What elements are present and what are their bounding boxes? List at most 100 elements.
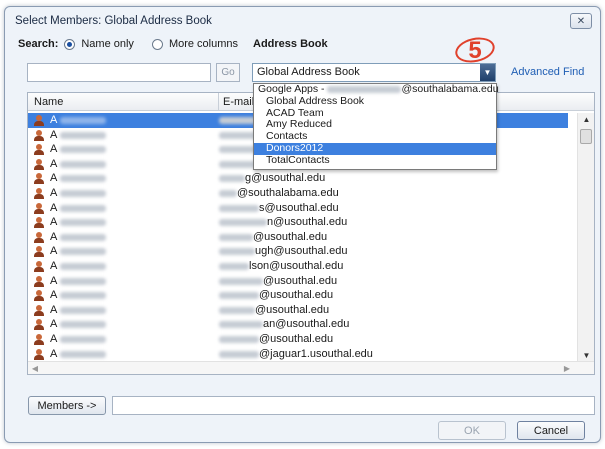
horizontal-scrollbar[interactable]: ◀ ▶ bbox=[28, 361, 594, 374]
redacted-email bbox=[219, 219, 267, 227]
table-row[interactable]: A @jaguar1.usouthal.edu bbox=[28, 347, 568, 362]
dropdown-item-label: Amy Reduced bbox=[266, 118, 332, 131]
go-button[interactable]: Go bbox=[216, 63, 240, 82]
vertical-scrollbar[interactable]: ▲ ▼ bbox=[577, 113, 594, 363]
table-row[interactable]: Alson@usouthal.edu bbox=[28, 259, 568, 274]
step-badge: 5 bbox=[468, 37, 482, 64]
redacted-email bbox=[219, 189, 237, 197]
redacted-name bbox=[60, 131, 106, 139]
row-name: A bbox=[50, 303, 58, 316]
redacted-name bbox=[60, 262, 106, 270]
redacted-name bbox=[60, 350, 106, 358]
person-icon bbox=[34, 319, 44, 331]
dropdown-item-label: Global Address Book bbox=[266, 94, 365, 107]
table-row[interactable]: A @usouthal.edu bbox=[28, 288, 568, 303]
column-name[interactable]: Name bbox=[34, 96, 63, 108]
row-name: A bbox=[50, 274, 58, 287]
person-icon bbox=[34, 158, 44, 170]
row-name: A bbox=[50, 318, 58, 331]
person-icon bbox=[34, 348, 44, 360]
redacted-name bbox=[60, 335, 106, 343]
redacted-name bbox=[60, 204, 106, 212]
table-row[interactable]: A @southalabama.edu bbox=[28, 186, 568, 201]
table-row[interactable]: A @usouthal.edu bbox=[28, 274, 568, 289]
table-row[interactable]: An@usouthal.edu bbox=[28, 215, 568, 230]
person-icon bbox=[34, 144, 44, 156]
person-icon bbox=[34, 129, 44, 141]
column-email[interactable]: E-mail bbox=[223, 96, 254, 108]
redacted-name bbox=[60, 292, 106, 300]
row-name: A bbox=[50, 157, 58, 170]
row-name: A bbox=[50, 230, 58, 243]
scroll-up-icon[interactable]: ▲ bbox=[578, 113, 594, 127]
person-icon bbox=[34, 202, 44, 214]
close-icon: ✕ bbox=[576, 15, 586, 27]
row-email: @usouthal.edu bbox=[253, 230, 328, 243]
close-button[interactable]: ✕ bbox=[570, 13, 592, 29]
advanced-find-link[interactable]: Advanced Find bbox=[511, 66, 584, 78]
dropdown-item-label: Google Apps - bbox=[258, 83, 328, 95]
table-row[interactable]: As@usouthal.edu bbox=[28, 201, 568, 216]
search-options: Search: Name only More columns bbox=[18, 38, 238, 50]
search-input[interactable] bbox=[27, 63, 211, 82]
redacted-name bbox=[60, 321, 106, 329]
table-row[interactable]: A @usouthal.edu bbox=[28, 332, 568, 347]
redacted-email bbox=[219, 306, 255, 314]
table-row[interactable]: Ag@usouthal.edu bbox=[28, 171, 568, 186]
row-name: A bbox=[50, 245, 58, 258]
redacted-name bbox=[60, 233, 106, 241]
row-name: A bbox=[50, 143, 58, 156]
redacted-name bbox=[60, 189, 106, 197]
members-button[interactable]: Members -> bbox=[28, 396, 106, 415]
row-email: @southalabama.edu bbox=[237, 186, 339, 199]
row-email: s@usouthal.edu bbox=[259, 201, 339, 214]
row-email: @usouthal.edu bbox=[259, 289, 334, 302]
cancel-button[interactable]: Cancel bbox=[517, 421, 585, 440]
table-row[interactable]: Augh@usouthal.edu bbox=[28, 244, 568, 259]
dropdown-item[interactable]: TotalContacts bbox=[254, 154, 496, 167]
radio-more-columns-label: More columns bbox=[168, 38, 239, 50]
column-divider[interactable] bbox=[218, 93, 219, 111]
row-name: A bbox=[50, 332, 58, 345]
scroll-left-icon[interactable]: ◀ bbox=[28, 362, 42, 374]
redacted-email bbox=[219, 262, 249, 270]
redacted-email bbox=[219, 321, 263, 329]
redacted-email bbox=[219, 277, 263, 285]
dropdown-arrow-icon[interactable]: ▼ bbox=[480, 64, 495, 81]
redacted-name bbox=[60, 146, 106, 154]
row-name: A bbox=[50, 128, 58, 141]
person-icon bbox=[34, 115, 44, 126]
redacted-email bbox=[219, 233, 253, 241]
person-icon bbox=[34, 217, 44, 229]
redacted-email bbox=[219, 175, 245, 183]
row-email: @jaguar1.usouthal.edu bbox=[259, 347, 373, 360]
redacted-name bbox=[60, 248, 106, 256]
row-email: g@usouthal.edu bbox=[245, 172, 326, 185]
table-row[interactable]: A @usouthal.edu bbox=[28, 303, 568, 318]
members-field[interactable] bbox=[112, 396, 595, 415]
scroll-right-icon[interactable]: ▶ bbox=[560, 362, 574, 374]
redacted-text bbox=[327, 85, 402, 93]
row-name: A bbox=[50, 172, 58, 185]
scroll-thumb[interactable] bbox=[580, 129, 592, 144]
table-row[interactable]: A @usouthal.edu bbox=[28, 230, 568, 245]
row-name: A bbox=[50, 201, 58, 214]
redacted-email bbox=[219, 204, 259, 212]
row-email: ugh@usouthal.edu bbox=[255, 245, 348, 258]
person-icon bbox=[34, 231, 44, 243]
row-name: A bbox=[50, 347, 58, 360]
person-icon bbox=[34, 173, 44, 185]
row-email: an@usouthal.edu bbox=[263, 318, 350, 331]
radio-name-only[interactable] bbox=[64, 38, 76, 50]
address-book-selected: Global Address Book bbox=[257, 66, 360, 78]
row-name: A bbox=[50, 289, 58, 302]
redacted-name bbox=[60, 219, 106, 227]
radio-more-columns[interactable] bbox=[151, 38, 163, 50]
redacted-name bbox=[60, 306, 106, 314]
dropdown-item-label: Contacts bbox=[266, 130, 308, 143]
ok-button[interactable]: OK bbox=[438, 421, 506, 440]
search-label: Search: bbox=[18, 38, 59, 50]
row-name: A bbox=[50, 216, 58, 229]
table-row[interactable]: Aan@usouthal.edu bbox=[28, 317, 568, 332]
row-email: lson@usouthal.edu bbox=[249, 259, 344, 272]
